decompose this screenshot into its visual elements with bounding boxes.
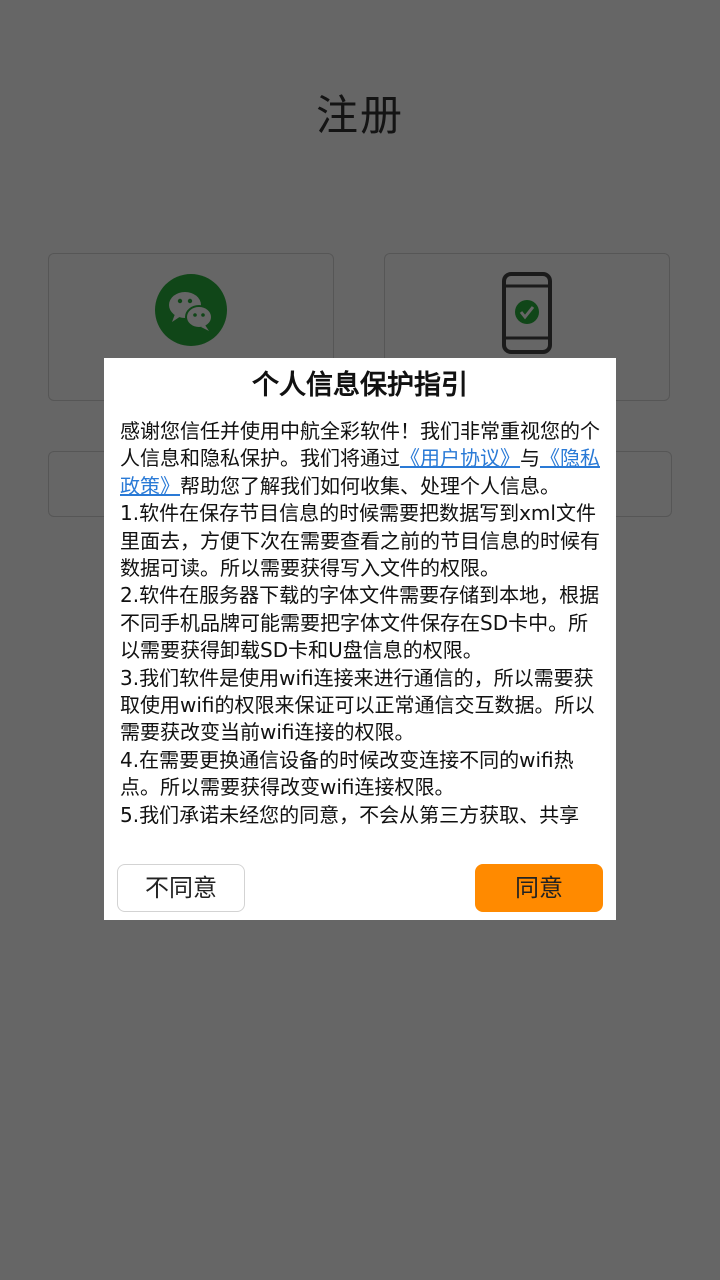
user-agreement-link[interactable]: 《用户协议》 — [400, 446, 520, 470]
dialog-content[interactable]: 感谢您信任并使用中航全彩软件！我们非常重视您的个人信息和隐私保护。我们将通过《用… — [120, 418, 604, 852]
dialog-title: 个人信息保护指引 — [252, 370, 468, 401]
privacy-dialog: 个人信息保护指引 感谢您信任并使用中航全彩软件！我们非常重视您的个人信息和隐私保… — [104, 358, 616, 920]
intro-after-text: 帮助您了解我们如何收集、处理个人信息。 — [180, 473, 560, 498]
disagree-button[interactable]: 不同意 — [117, 864, 245, 912]
permission-item-3: 3.我们软件是使用wifi连接来进行通信的，所以需要获取使用wifi的权限来保证… — [120, 665, 595, 745]
intro-paragraph: 感谢您信任并使用中航全彩软件！我们非常重视您的个人信息和隐私保护。我们将通过《用… — [120, 418, 604, 500]
intro-and-text: 与 — [520, 446, 540, 471]
permission-item-4: 4.在需要更换通信设备的时候改变连接不同的wifi热点。所以需要获得改变wifi… — [120, 747, 574, 800]
permission-item-1: 1.软件在保存节目信息的时候需要把数据写到xml文件里面去，方便下次在需要查看之… — [120, 501, 600, 581]
permission-item-2: 2.软件在服务器下载的字体文件需要存储到本地，根据不同手机品牌可能需要把字体文件… — [120, 583, 600, 663]
permission-item-5: 5.我们承诺未经您的同意，不会从第三方获取、共享 — [120, 802, 580, 827]
agree-button[interactable]: 同意 — [475, 864, 603, 912]
